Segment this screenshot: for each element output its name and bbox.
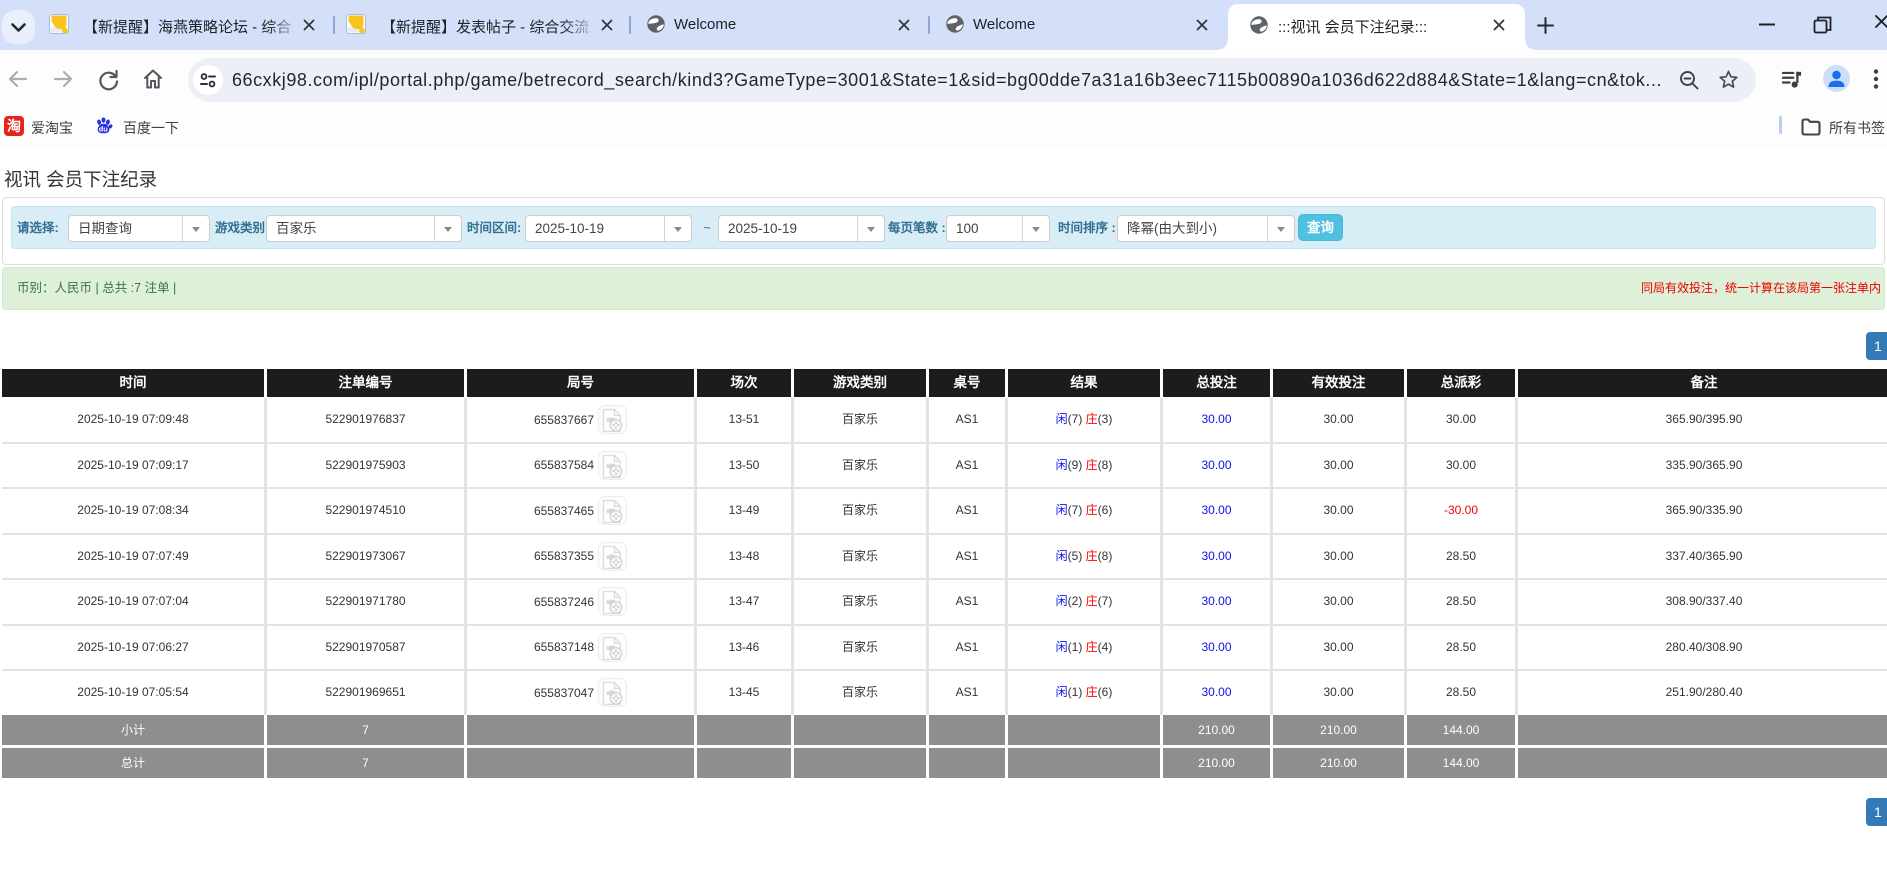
svg-text:du: du xyxy=(99,125,109,134)
